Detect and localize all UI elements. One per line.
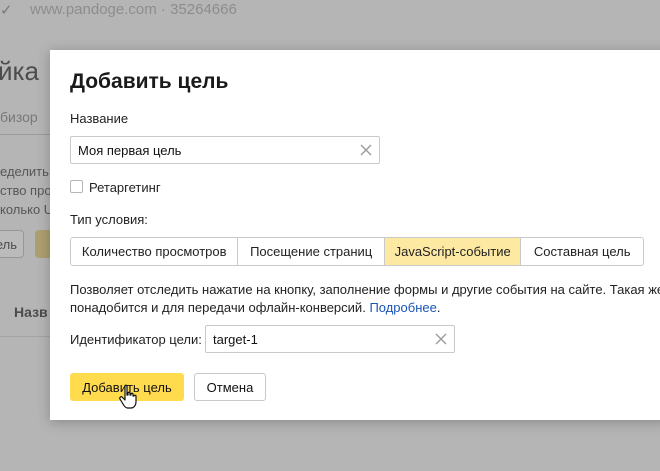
add-goal-button[interactable]: Добавить цель [70,373,184,401]
condition-javascript-event[interactable]: JavaScript-событие [384,238,522,265]
add-goal-dialog: Добавить цель Название Ретаргетинг Тип у… [50,50,660,420]
condition-type-label: Тип условия: [70,212,148,227]
close-icon[interactable] [359,143,373,157]
close-icon[interactable] [434,332,448,346]
dialog-title: Добавить цель [70,70,229,93]
condition-views[interactable]: Количество просмотров [71,238,239,265]
learn-more-link[interactable]: Подробнее [369,300,436,315]
help-line-2-text: понадобится и для передачи офлайн-конвер… [70,300,366,315]
condition-type-selector: Количество просмотров Посещение страниц … [70,237,644,266]
goal-id-input[interactable] [206,326,454,352]
name-label: Название [70,111,129,126]
goal-id-field-wrapper [205,325,455,353]
goal-name-input[interactable] [71,137,379,163]
retargeting-checkbox[interactable] [70,180,83,193]
help-line-1: Позволяет отследить нажатие на кнопку, з… [70,282,660,297]
retargeting-label[interactable]: Ретаргетинг [89,180,161,195]
cancel-button[interactable]: Отмена [194,373,266,401]
name-field-wrapper [70,136,380,164]
condition-page-visits[interactable]: Посещение страниц [238,238,385,265]
help-line-2: понадобится и для передачи офлайн-конвер… [70,299,660,317]
help-line-2-end: . [436,300,441,315]
condition-help-text: Позволяет отследить нажатие на кнопку, з… [70,281,660,317]
goal-id-label: Идентификатор цели: [70,332,202,347]
condition-composite[interactable]: Составная цель [521,238,643,265]
